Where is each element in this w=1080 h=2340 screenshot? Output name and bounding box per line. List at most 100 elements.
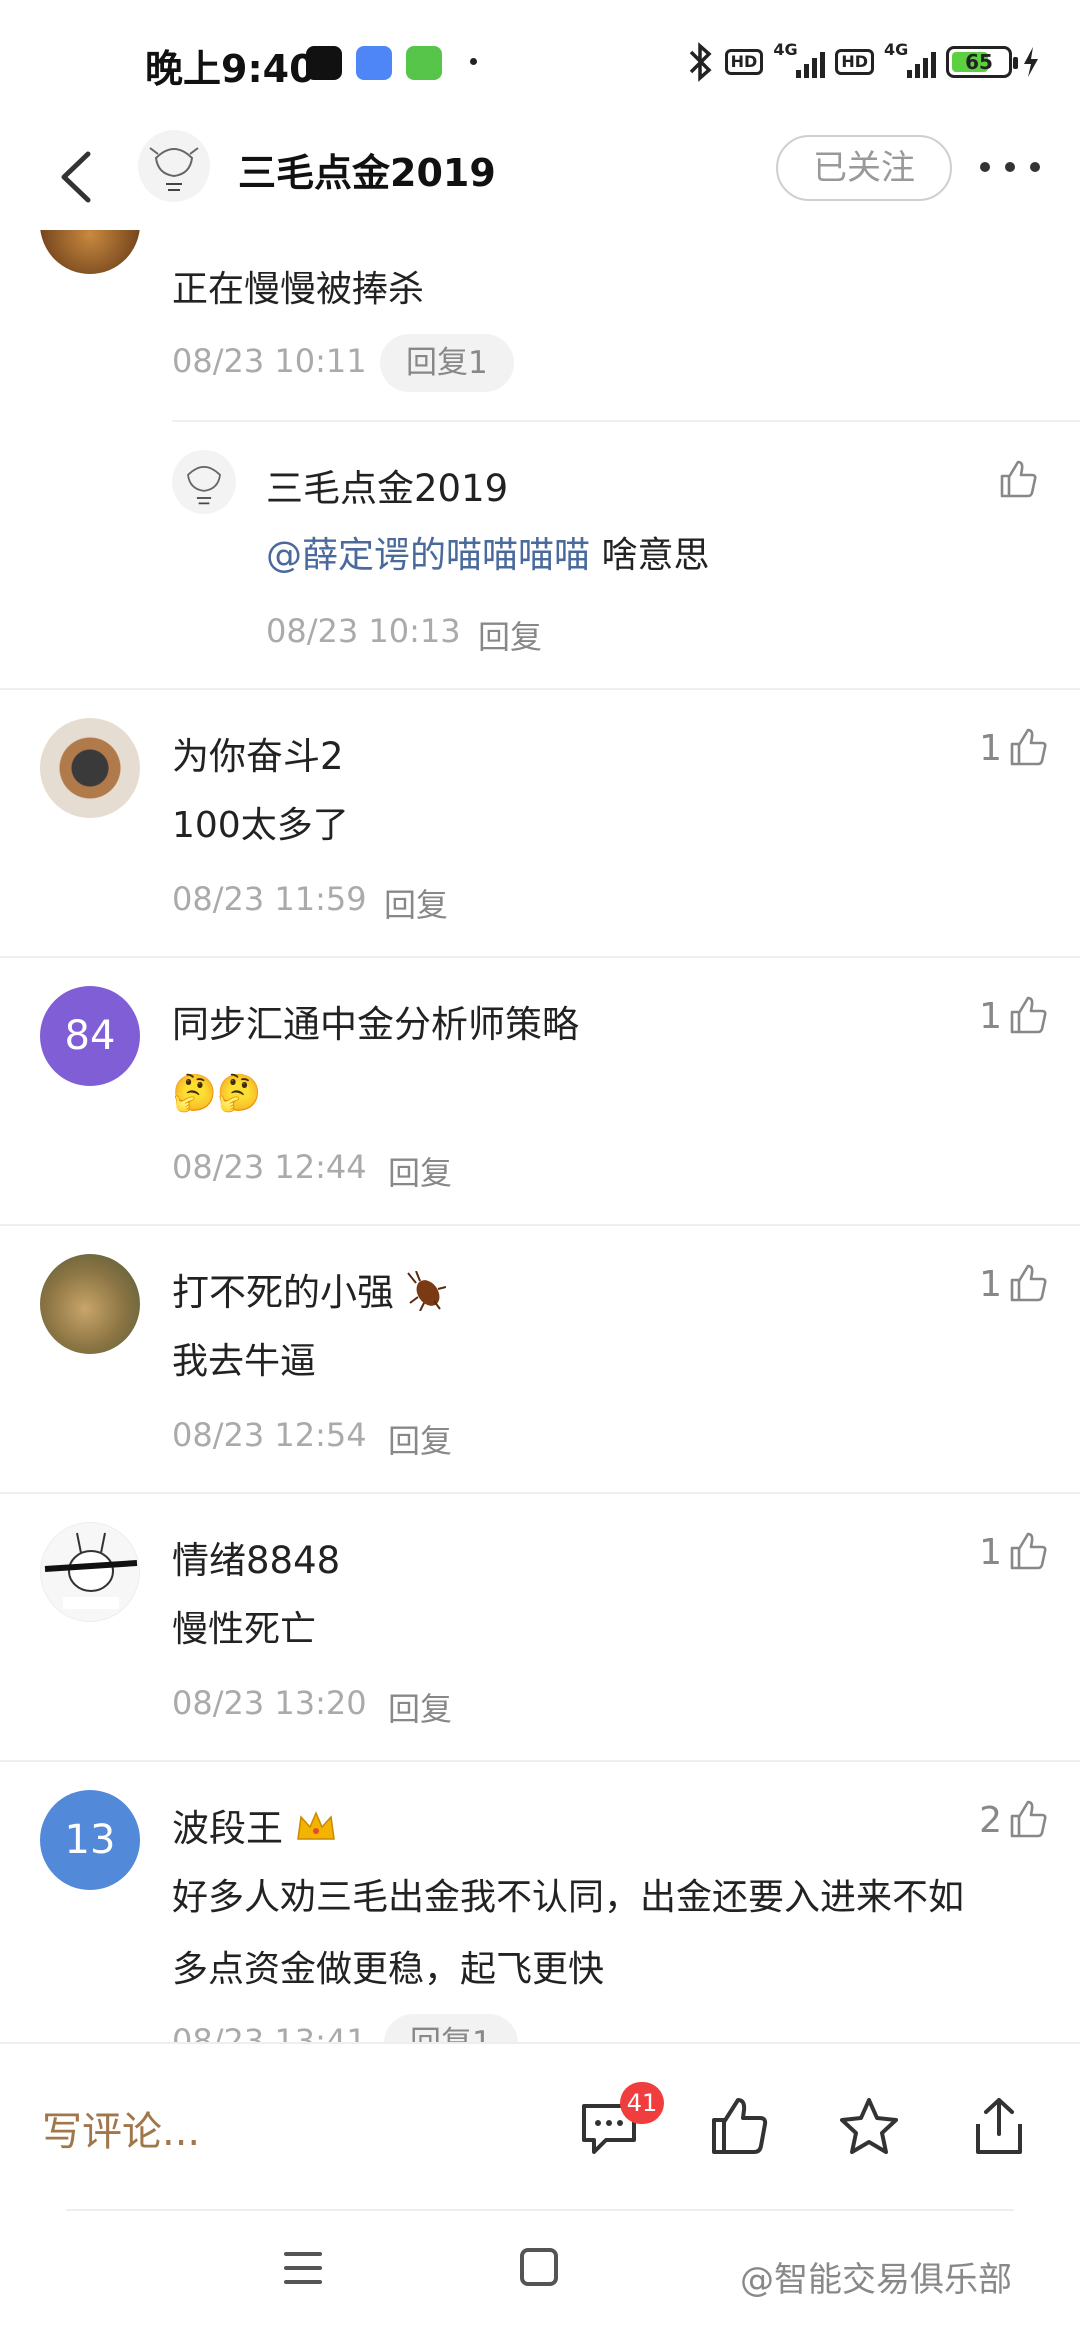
like-count: 1 xyxy=(979,995,1002,1037)
share-icon[interactable] xyxy=(966,2094,1032,2160)
divider xyxy=(0,956,1080,958)
battery-icon: 65 xyxy=(946,46,1018,78)
status-time: 晚上9:40 xyxy=(145,47,316,91)
divider xyxy=(172,420,1080,422)
reply-body: @薛定谔的喵喵喵喵 啥意思 xyxy=(266,526,709,586)
status-bar: 晚上9:40 HD 4G HD 4G 65 xyxy=(0,0,1080,130)
like-button[interactable]: 1 xyxy=(979,1262,1050,1306)
like-button[interactable]: 1 xyxy=(979,994,1050,1038)
home-icon[interactable] xyxy=(520,2248,558,2286)
commenter-avatar[interactable] xyxy=(40,718,140,818)
divider xyxy=(0,688,1080,690)
comment-time: 08/23 12:54 xyxy=(172,1416,367,1454)
ox-logo-icon xyxy=(187,466,221,505)
thumbs-up-icon xyxy=(1010,1532,1047,1570)
network-type: 4G xyxy=(773,40,798,59)
bot-app-icon xyxy=(356,46,392,80)
comment-time: 08/23 11:59 xyxy=(172,880,367,918)
thumbs-up-icon xyxy=(1010,1800,1047,1838)
like-count: 1 xyxy=(979,1263,1002,1305)
back-arrow-icon[interactable] xyxy=(50,142,110,212)
notification-dot-icon xyxy=(470,58,477,65)
like-button[interactable]: 2 xyxy=(979,1798,1050,1842)
charging-icon xyxy=(1024,47,1038,77)
reply-text: 啥意思 xyxy=(601,535,710,576)
page-title: 三毛点金2019 xyxy=(238,151,496,195)
like-count: 2 xyxy=(979,1799,1002,1841)
hd-badge: HD xyxy=(724,49,764,75)
page-header: 三毛点金2019 已关注 xyxy=(0,130,1080,230)
cat-app-icon xyxy=(406,46,442,80)
commenter-name[interactable]: 情绪8848 xyxy=(172,1530,340,1584)
thumbs-up-icon xyxy=(1010,1264,1047,1302)
follow-button[interactable]: 已关注 xyxy=(776,135,952,201)
thumbs-up-icon xyxy=(1010,996,1047,1034)
thumbs-up-icon[interactable] xyxy=(706,2094,772,2160)
like-count: 1 xyxy=(979,1531,1002,1573)
divider xyxy=(0,1224,1080,1226)
comment-time: 08/23 13:20 xyxy=(172,1684,367,1722)
divider xyxy=(66,2209,1014,2211)
status-right: HD 4G HD 4G 65 xyxy=(687,40,1040,82)
signal-icon: 4G xyxy=(773,40,826,80)
bunny-sticker-icon xyxy=(44,1532,138,1609)
comment-body: 100太多了 xyxy=(172,805,349,846)
thumbs-up-icon[interactable] xyxy=(996,458,1040,502)
like-button[interactable]: 1 xyxy=(979,726,1050,770)
commenter-name[interactable]: 波段王 xyxy=(172,1798,337,1852)
comment-list[interactable]: 正在慢慢被捧杀 08/23 10:11 回复1 三毛点金2019 @薛定谔的喵喵… xyxy=(0,230,1080,2042)
comment-body-line: 多点资金做更稳，起飞更快 xyxy=(172,1949,605,1990)
system-nav-bar: @智能交易俱乐部 xyxy=(0,2212,1080,2340)
comment-body: 我去牛逼 xyxy=(172,1341,317,1382)
reply-button[interactable]: 回复 xyxy=(384,880,448,926)
battery-level: 65 xyxy=(965,50,993,74)
bottom-action-bar: 写评论... 41 xyxy=(0,2042,1080,2212)
mention-link[interactable]: @薛定谔的喵喵喵喵 xyxy=(266,535,590,576)
comment-time: 08/23 10:11 xyxy=(172,342,367,380)
commenter-avatar[interactable] xyxy=(40,1522,140,1622)
watermark: @智能交易俱乐部 xyxy=(740,2260,1012,2300)
like-count: 1 xyxy=(979,727,1002,769)
reply-button[interactable]: 回复1 xyxy=(380,334,514,392)
author-avatar[interactable] xyxy=(138,130,210,202)
network-type-2: 4G xyxy=(884,40,909,59)
commenter-avatar[interactable]: 84 xyxy=(40,986,140,1086)
comment-time: 08/23 13:41 xyxy=(172,2022,367,2042)
reply-time: 08/23 10:13 xyxy=(266,612,461,650)
cockroach-icon xyxy=(406,1270,447,1312)
commenter-name-text: 波段王 xyxy=(172,1807,283,1850)
comment-time: 08/23 12:44 xyxy=(172,1148,367,1186)
reply-avatar[interactable] xyxy=(172,450,236,514)
comment-body: 正在慢慢被捧杀 xyxy=(172,269,425,310)
commenter-avatar[interactable] xyxy=(40,230,140,274)
divider xyxy=(0,1760,1080,1762)
reply-button[interactable]: 回复 xyxy=(388,1684,452,1730)
crown-icon xyxy=(296,1811,335,1840)
bluetooth-icon xyxy=(689,42,712,82)
commenter-name[interactable]: 打不死的小强 xyxy=(172,1262,447,1316)
comment-body-line: 好多人劝三毛出金我不认同，出金还要入进来不如 xyxy=(172,1877,965,1918)
hd-badge-2: HD xyxy=(835,49,874,75)
comment-body: 慢性死亡 xyxy=(172,1609,317,1650)
reply-button[interactable]: 回复1 xyxy=(384,2014,518,2042)
commenter-avatar[interactable] xyxy=(40,1254,140,1354)
commenter-avatar[interactable]: 13 xyxy=(40,1790,140,1890)
more-options-icon[interactable] xyxy=(980,152,1040,182)
comment-body: 🤔🤔 xyxy=(172,1073,262,1114)
comment-count-badge: 41 xyxy=(620,2082,664,2124)
commenter-name[interactable]: 同步汇通中金分析师策略 xyxy=(172,994,579,1048)
divider xyxy=(0,1492,1080,1494)
reply-button[interactable]: 回复 xyxy=(478,612,542,658)
like-button[interactable]: 1 xyxy=(979,1530,1050,1574)
reply-button[interactable]: 回复 xyxy=(388,1148,452,1194)
signal-icon-2: 4G xyxy=(884,40,936,80)
thumbs-up-icon xyxy=(1010,728,1047,766)
star-icon[interactable] xyxy=(836,2094,902,2160)
write-comment-input[interactable]: 写评论... xyxy=(42,2099,200,2157)
commenter-name-text: 打不死的小强 xyxy=(172,1271,394,1314)
reply-button[interactable]: 回复 xyxy=(388,1416,452,1462)
ox-logo-icon xyxy=(149,147,199,191)
recent-apps-icon[interactable] xyxy=(284,2252,322,2284)
reply-author-name[interactable]: 三毛点金2019 xyxy=(266,458,508,512)
commenter-name[interactable]: 为你奋斗2 xyxy=(172,726,344,780)
